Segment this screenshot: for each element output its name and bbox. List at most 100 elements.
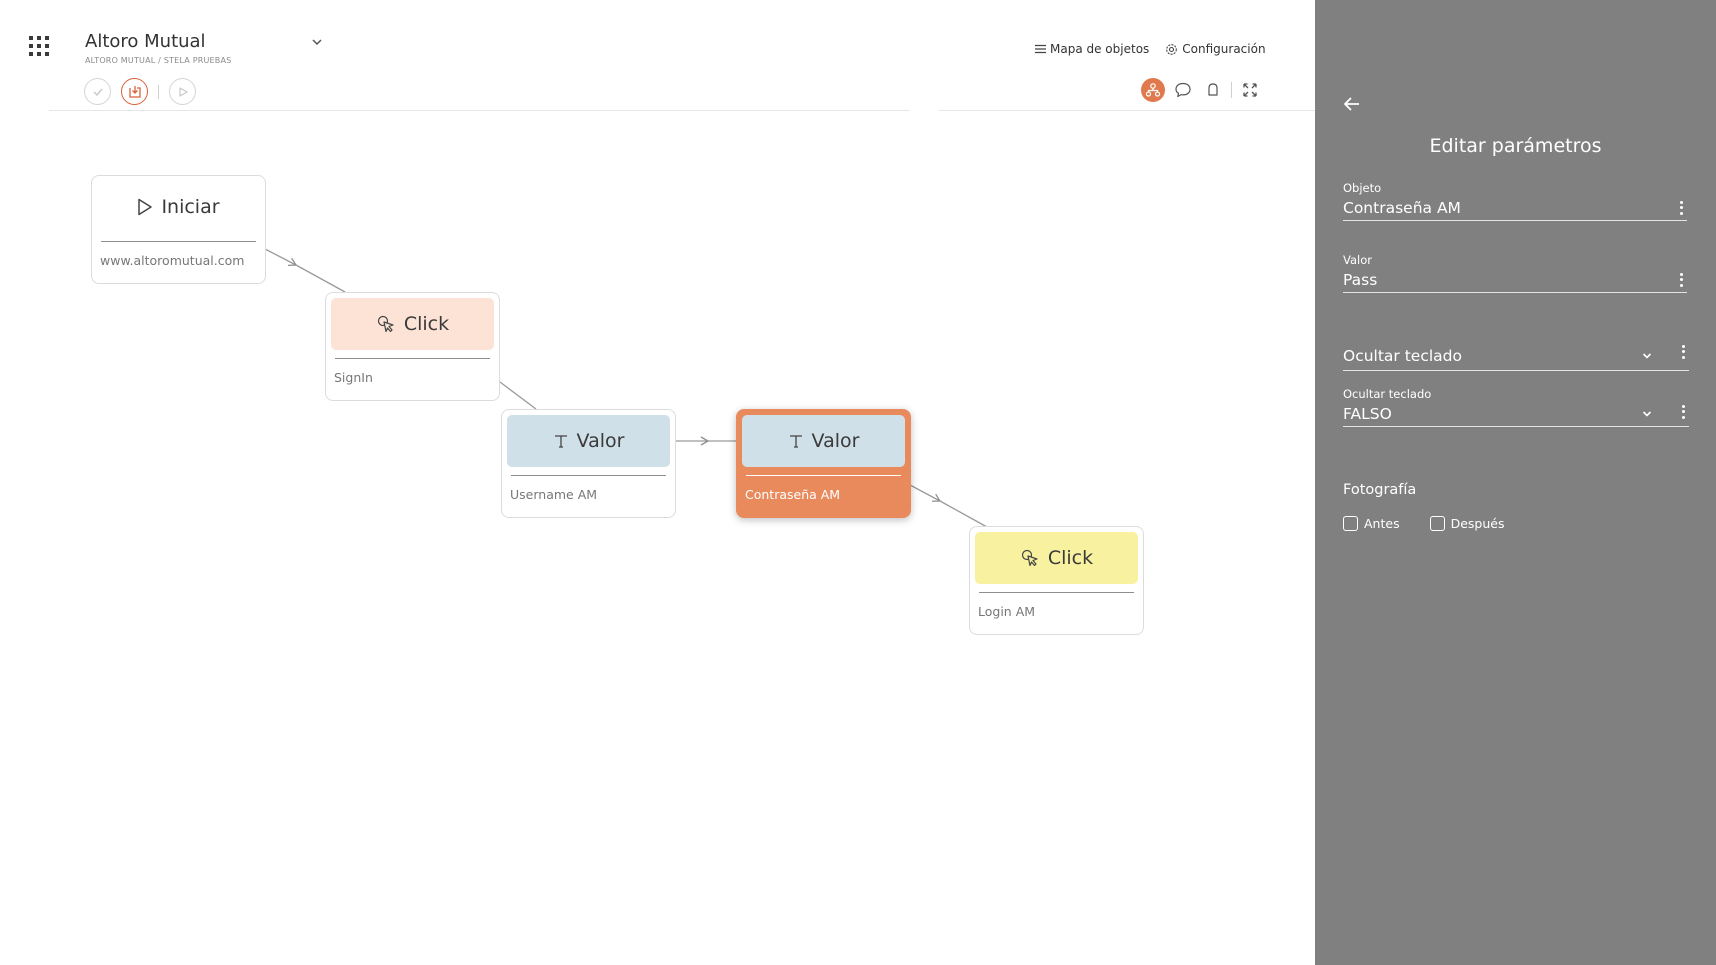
object-field-row[interactable]: Contraseña AM — [1343, 195, 1687, 221]
breadcrumb: ALTORO MUTUAL / STELA PRUEBAS — [85, 56, 232, 65]
object-field[interactable]: Objeto Contraseña AM — [1343, 181, 1687, 221]
chevron-down-icon[interactable] — [309, 34, 325, 50]
configuration-link[interactable]: Configuración — [1165, 42, 1266, 56]
save-icon — [128, 85, 141, 98]
save-button[interactable] — [121, 78, 148, 105]
hide-keyboard-select[interactable]: Ocultar teclado — [1343, 341, 1689, 371]
object-map-link[interactable]: Mapa de objetos — [1035, 42, 1149, 56]
before-checkbox[interactable]: Antes — [1343, 516, 1400, 531]
app: Iniciar www.altoromutual.com Click SignI… — [0, 0, 1716, 965]
node-subtitle: Username AM — [510, 487, 598, 502]
edge-click-valor — [499, 381, 537, 410]
gear-icon — [1166, 43, 1178, 55]
hide-keyboard-value-row[interactable]: FALSO — [1343, 401, 1689, 427]
hide-keyboard-select-value: Ocultar teclado — [1343, 346, 1462, 365]
node-type-label: Click — [403, 313, 450, 335]
flow-toolbar — [84, 78, 196, 105]
edge-valor-click-tail — [939, 500, 988, 528]
object-field-value: Contraseña AM — [1343, 198, 1461, 217]
apps-grid-icon[interactable] — [29, 36, 49, 56]
notifications-button[interactable] — [1201, 78, 1225, 102]
after-checkbox[interactable]: Después — [1429, 516, 1505, 531]
configuration-label: Configuración — [1182, 42, 1266, 56]
view-divider — [1231, 82, 1232, 98]
after-checkbox-label: Después — [1450, 516, 1505, 531]
flow-node-iniciar[interactable]: Iniciar www.altoromutual.com — [91, 175, 266, 284]
back-arrow-icon[interactable] — [1343, 96, 1361, 112]
chevron-down-icon[interactable] — [1641, 408, 1653, 420]
comment-icon — [1175, 82, 1191, 98]
edit-parameters-panel: Editar parámetros Objeto Contraseña AM V… — [1315, 0, 1716, 965]
more-options-icon[interactable] — [1675, 272, 1687, 288]
hide-keyboard-value: FALSO — [1343, 404, 1392, 423]
node-divider — [746, 475, 901, 476]
toolbar-divider — [158, 84, 159, 99]
flow-canvas[interactable]: Iniciar www.altoromutual.com Click SignI… — [0, 0, 1315, 965]
node-header: Iniciar — [97, 181, 260, 233]
node-header: Valor — [507, 415, 670, 467]
more-options-icon[interactable] — [1677, 344, 1689, 360]
object-field-label: Objeto — [1343, 181, 1382, 195]
check-circle-icon — [93, 88, 103, 96]
value-field-value: Pass — [1343, 270, 1378, 289]
node-subtitle: Contraseña AM — [745, 487, 841, 502]
top-links: Mapa de objetos Configuración — [1035, 42, 1282, 56]
node-divider — [511, 475, 666, 476]
photo-options: Antes Después — [1343, 516, 1534, 531]
node-header: Valor — [742, 415, 905, 467]
header-divider-right — [939, 110, 1315, 111]
hide-keyboard-select-row[interactable]: Ocultar teclado — [1343, 341, 1689, 371]
project-title: Altoro Mutual — [85, 31, 206, 52]
expand-icon — [1243, 83, 1257, 97]
hide-keyboard-label: Ocultar teclado — [1343, 387, 1432, 401]
photo-section-title: Fotografía — [1343, 482, 1417, 498]
more-options-icon[interactable] — [1675, 200, 1687, 216]
node-header: Click — [331, 298, 494, 350]
value-field-label: Valor — [1343, 253, 1372, 267]
node-divider — [101, 241, 256, 242]
value-field[interactable]: Valor Pass — [1343, 253, 1687, 293]
flow-icon — [1145, 83, 1161, 97]
hide-keyboard-value-select[interactable]: Ocultar teclado FALSO — [1343, 387, 1689, 427]
bell-icon — [1208, 83, 1218, 96]
before-checkbox-box[interactable] — [1343, 516, 1358, 531]
after-checkbox-box[interactable] — [1429, 516, 1445, 531]
node-divider — [335, 358, 490, 359]
view-icons — [1141, 78, 1268, 102]
text-icon — [789, 435, 802, 448]
chevron-down-icon[interactable] — [1641, 350, 1653, 362]
fullscreen-button[interactable] — [1238, 78, 1262, 102]
play-icon — [138, 198, 153, 216]
flow-node-click-login[interactable]: Click Login AM — [969, 526, 1144, 635]
run-button[interactable] — [169, 78, 196, 105]
value-field-row[interactable]: Pass — [1343, 267, 1687, 293]
edge-iniciar-click-tail — [295, 264, 346, 293]
node-subtitle: SignIn — [334, 370, 373, 385]
validate-button[interactable] — [84, 78, 111, 105]
header-divider-left — [49, 110, 910, 111]
list-icon — [1035, 44, 1046, 54]
node-subtitle: Login AM — [978, 604, 1036, 619]
node-type-label: Click — [1047, 547, 1094, 569]
flow-node-click-signin[interactable]: Click SignIn — [325, 292, 500, 401]
edge-valor-click — [909, 484, 942, 502]
comments-button[interactable] — [1171, 78, 1195, 102]
flow-node-valor-contrasena[interactable]: Valor Contraseña AM — [736, 409, 911, 518]
object-map-label: Mapa de objetos — [1050, 42, 1150, 56]
text-icon — [554, 435, 567, 448]
flow-node-valor-username[interactable]: Valor Username AM — [501, 409, 676, 518]
pointer-click-icon — [1021, 549, 1038, 567]
play-icon — [178, 86, 188, 97]
edge-iniciar-click — [264, 248, 298, 266]
node-type-label: Iniciar — [161, 196, 220, 218]
node-type-label: Valor — [576, 430, 625, 452]
node-type-label: Valor — [811, 430, 860, 452]
node-divider — [979, 592, 1134, 593]
panel-title: Editar parámetros — [1429, 135, 1602, 157]
pointer-click-icon — [377, 315, 394, 333]
node-subtitle: www.altoromutual.com — [100, 253, 245, 268]
flow-view-button[interactable] — [1141, 78, 1165, 102]
before-checkbox-label: Antes — [1364, 516, 1400, 531]
node-header: Click — [975, 532, 1138, 584]
more-options-icon[interactable] — [1677, 404, 1689, 420]
